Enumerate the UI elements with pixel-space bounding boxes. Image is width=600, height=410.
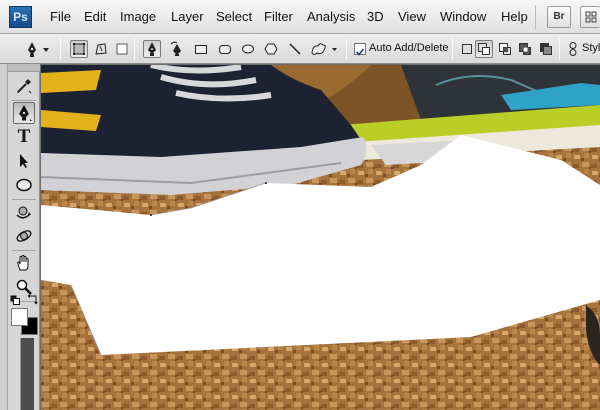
style-label: Styl [582, 42, 600, 54]
ellipse-icon [242, 44, 254, 54]
link-style-button[interactable] [564, 40, 582, 58]
eyedropper-tool[interactable] [13, 75, 35, 97]
fill-pixels-button[interactable] [113, 40, 131, 58]
canvas-image [41, 65, 600, 410]
menu-3d[interactable]: 3D [367, 9, 384, 25]
polygon-icon [264, 43, 278, 55]
background-color-swatch[interactable] [11, 308, 28, 326]
subtract-shape-button[interactable] [475, 40, 493, 58]
menu-bar: Ps File Edit Image Layer Select Filter A… [0, 0, 600, 34]
default-colors-icon [10, 295, 20, 305]
options-divider [60, 38, 61, 60]
new-layer-shape-button[interactable] [537, 40, 555, 58]
pen-icon [28, 42, 49, 57]
3d-rotate-tool[interactable] [13, 201, 35, 223]
layer-shape-icon [540, 43, 552, 55]
menu-select[interactable]: Select [216, 9, 252, 25]
type-icon: T [17, 126, 31, 147]
tools-panel-header[interactable] [8, 64, 40, 72]
menu-edit[interactable]: Edit [84, 9, 106, 25]
freeform-pen-icon [170, 41, 181, 56]
tool-preset-picker[interactable] [22, 40, 52, 58]
eyedropper-icon [17, 79, 32, 94]
options-divider [134, 38, 135, 60]
document-canvas[interactable] [41, 65, 600, 410]
menu-analysis[interactable]: Analysis [307, 9, 355, 25]
menu-filter[interactable]: Filter [264, 9, 293, 25]
options-divider [559, 38, 560, 60]
intersect-icon [499, 43, 511, 55]
menu-file[interactable]: File [50, 9, 71, 25]
pen-tool-option-button[interactable] [143, 40, 161, 58]
tools-divider [12, 250, 36, 251]
menu-layer[interactable]: Layer [171, 9, 204, 25]
ellipse-icon [16, 178, 32, 192]
type-tool[interactable]: T [13, 126, 35, 148]
hand-icon [17, 255, 29, 271]
rounded-rectangle-button[interactable] [216, 40, 234, 58]
paths-button[interactable] [92, 40, 110, 58]
pen-tool[interactable] [13, 102, 35, 124]
combine-shape-button[interactable] [458, 40, 476, 58]
menu-view[interactable]: View [398, 9, 426, 25]
combine-icon [462, 44, 472, 54]
exclude-icon [519, 43, 531, 55]
menu-image[interactable]: Image [120, 9, 156, 25]
grid-icon [585, 11, 596, 23]
paths-icon [95, 43, 107, 55]
swap-colors-button[interactable] [27, 292, 39, 305]
freeform-pen-button[interactable] [168, 40, 186, 58]
custom-shape-button[interactable] [309, 40, 339, 58]
auto-add-delete-label[interactable]: Auto Add/Delete [369, 42, 449, 54]
hand-tool[interactable] [13, 252, 35, 274]
rectangle-icon [195, 45, 207, 54]
3d-rotate-icon [16, 206, 31, 219]
polygon-shape-button[interactable] [262, 40, 280, 58]
minibridge-button[interactable] [580, 6, 600, 28]
tools-divider [12, 100, 36, 101]
menu-window[interactable]: Window [440, 9, 486, 25]
options-bar [0, 34, 600, 64]
tools-divider [12, 199, 36, 200]
bridge-button[interactable]: Br [547, 6, 571, 28]
pen-icon [19, 105, 32, 121]
line-icon [289, 43, 301, 55]
menu-help[interactable]: Help [501, 9, 528, 25]
line-shape-button[interactable] [286, 40, 304, 58]
tools-panel-grip[interactable] [0, 64, 8, 410]
options-divider [346, 38, 347, 60]
3d-orbit-icon [16, 230, 32, 242]
path-selection-tool[interactable] [13, 150, 35, 172]
shape-layers-icon [73, 43, 85, 55]
exclude-overlap-button[interactable] [516, 40, 534, 58]
rounded-rectangle-icon [219, 45, 231, 54]
ellipse-tool[interactable] [13, 174, 35, 196]
3d-orbit-tool[interactable] [13, 225, 35, 247]
menu-divider [535, 5, 536, 29]
swap-arrows-icon [27, 294, 38, 305]
default-colors-button[interactable] [10, 292, 20, 305]
options-divider [452, 38, 453, 60]
auto-add-delete-checkbox[interactable] [354, 43, 366, 56]
fill-pixels-icon [116, 43, 128, 55]
photoshop-logo: Ps [9, 6, 32, 28]
intersect-shape-button[interactable] [496, 40, 514, 58]
pen-icon [148, 42, 156, 56]
link-icon [569, 42, 577, 56]
shape-layers-button[interactable] [70, 40, 88, 58]
checkmark-icon [355, 48, 365, 56]
custom-shape-icon [311, 43, 337, 55]
ellipse-shape-button[interactable] [239, 40, 257, 58]
arrow-icon [20, 154, 28, 168]
subtract-icon [478, 43, 490, 55]
quick-mask-button[interactable] [20, 338, 34, 410]
rectangle-shape-button[interactable] [192, 40, 210, 58]
